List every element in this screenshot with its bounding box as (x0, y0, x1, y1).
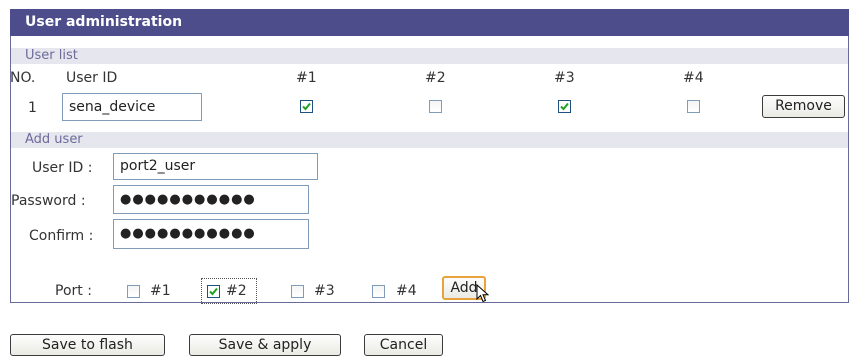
user-id-field[interactable]: sena_device (62, 93, 202, 121)
add-port-3-label: #3 (314, 283, 335, 299)
column-header-port-2: #2 (425, 70, 446, 86)
mouse-cursor-icon (476, 284, 490, 303)
remove-user-button[interactable]: Remove (762, 95, 845, 118)
add-user-section-label: Add user (11, 132, 848, 148)
password-label: Password : (11, 193, 86, 209)
password-input[interactable]: ●●●●●●●●●●● (113, 185, 309, 214)
column-header-no: NO. (10, 70, 36, 86)
port-label: Port : (55, 283, 92, 299)
save-to-flash-button[interactable]: Save to flash (10, 334, 165, 356)
user-port-1-checkbox[interactable] (300, 100, 313, 113)
column-header-port-1: #1 (296, 70, 317, 86)
add-port-1-checkbox[interactable] (127, 285, 140, 298)
cancel-button[interactable]: Cancel (364, 334, 443, 356)
confirm-label: Confirm : (29, 228, 94, 244)
add-port-3-checkbox[interactable] (291, 285, 304, 298)
add-port-2-checkbox[interactable] (207, 285, 220, 298)
user-list-section-label: User list (11, 48, 848, 64)
add-port-4-label: #4 (396, 283, 417, 299)
add-port-1-label: #1 (150, 283, 171, 299)
user-port-3-checkbox[interactable] (558, 100, 571, 113)
user-port-2-checkbox[interactable] (429, 100, 442, 113)
add-user-id-label: User ID : (32, 160, 93, 176)
column-header-user-id: User ID (66, 70, 118, 86)
add-port-4-checkbox[interactable] (372, 285, 385, 298)
column-header-port-4: #4 (683, 70, 704, 86)
column-header-port-3: #3 (554, 70, 575, 86)
panel-title: User administration (10, 9, 849, 36)
user-port-4-checkbox[interactable] (687, 100, 700, 113)
add-user-id-input[interactable]: port2_user (113, 153, 318, 180)
add-port-2-label: #2 (226, 283, 247, 299)
save-and-apply-button[interactable]: Save & apply (189, 334, 341, 356)
row-number: 1 (28, 100, 37, 116)
confirm-password-input[interactable]: ●●●●●●●●●●● (113, 219, 309, 249)
